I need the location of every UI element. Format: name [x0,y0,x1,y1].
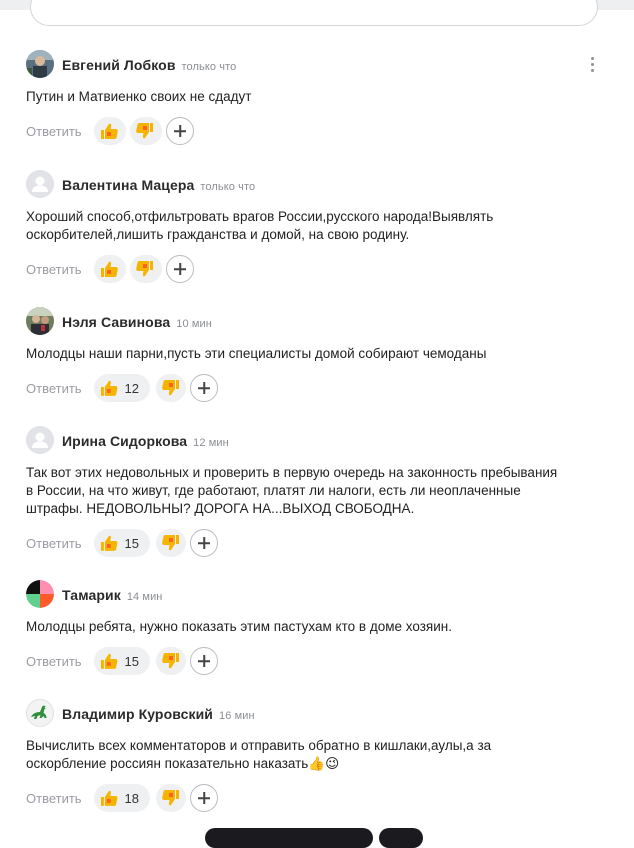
comment-header: Ирина Сидоркова 12 мин [26,426,626,454]
comment-actions: Ответить 18 [26,784,626,814]
comment-text: Путин и Матвиенко своих не сдадут [26,89,252,104]
thumbs-up-icon [100,380,118,396]
like-count: 12 [124,380,139,396]
dislike-button[interactable] [130,255,162,283]
reply-button[interactable]: Ответить [26,536,82,551]
like-button[interactable] [94,255,126,283]
like-button[interactable]: 15 [94,647,150,675]
add-reaction-button[interactable] [190,529,218,557]
thumbs-down-icon [162,653,179,669]
comment-header: Евгений Лобков только что [26,50,626,78]
comment-header: Нэля Савинова 10 мин [26,307,626,335]
add-reaction-button[interactable] [190,374,218,402]
comment-text: Молодцы наши парни,пусть эти специалисты… [26,346,487,361]
comment: Валентина Мацера только что Хороший спосо… [26,170,626,285]
thumbs-up-icon [101,261,118,277]
thumbs-down-icon [162,790,179,806]
thumbs-up-icon [101,123,118,139]
bottom-button[interactable] [205,828,373,848]
thumbs-down-icon [162,535,179,551]
author-name[interactable]: Евгений Лобков только что [62,57,236,73]
dislike-button[interactable] [156,374,186,402]
comment: Евгений Лобков только что Путин и Матвиен… [26,50,626,147]
author-name[interactable]: Валентина Мацера только что [62,177,255,193]
comment-text: Так вот этих недовольных и проверить в п… [26,465,558,516]
comment-time: только что [181,61,237,73]
reply-button[interactable]: Ответить [26,262,82,277]
like-count: 18 [124,790,139,806]
comment-time: 12 мин [193,437,229,449]
like-button[interactable]: 18 [94,784,150,812]
like-button[interactable]: 12 [94,374,150,402]
user-placeholder-icon[interactable] [26,426,54,454]
add-reaction-button[interactable] [190,784,218,812]
comment-text: Вычислить всех комментаторов и отправить… [26,738,492,771]
thumbs-up-icon [100,535,118,551]
comment: Нэля Савинова 10 мин Молодцы наши парни,п… [26,307,626,404]
thumbs-down-icon [136,261,153,277]
avatar[interactable] [26,50,54,78]
comment-input[interactable] [30,0,598,26]
user-placeholder-icon[interactable] [26,170,54,198]
comment-time: 16 мин [219,710,255,722]
comment-actions: Ответить 15 [26,647,626,677]
reply-button[interactable]: Ответить [26,124,82,139]
comment-actions: Ответить 15 [26,529,626,559]
like-count: 15 [124,535,139,551]
thumbs-up-icon [100,790,118,806]
like-button[interactable]: 15 [94,529,150,557]
comment-actions: Ответить [26,255,626,285]
author-name[interactable]: Нэля Савинова 10 мин [62,314,212,330]
more-vertical-icon[interactable] [584,54,600,74]
bottom-button-small[interactable] [379,828,423,848]
like-button[interactable] [94,117,126,145]
reply-button[interactable]: Ответить [26,381,82,396]
like-count: 15 [124,653,139,669]
add-reaction-button[interactable] [166,255,194,283]
comment: Тамарик 14 мин Молодцы ребята, нужно пока… [26,580,626,677]
comment-time: только что [200,181,256,193]
comment-text: Молодцы ребята, нужно показать этим паст… [26,619,452,634]
thumbs-up-icon [100,653,118,669]
dislike-button[interactable] [156,647,186,675]
dislike-button[interactable] [156,529,186,557]
dinosaur-avatar-icon[interactable] [26,699,54,727]
comment-actions: Ответить [26,117,626,147]
avatar[interactable] [26,307,54,335]
thumbs-down-icon [162,380,179,396]
comment-actions: Ответить 12 [26,374,626,404]
avatar[interactable] [26,580,54,608]
dislike-button[interactable] [156,784,186,812]
reply-button[interactable]: Ответить [26,654,82,669]
reply-button[interactable]: Ответить [26,791,82,806]
comment-time: 10 мин [176,318,212,330]
comment-header: Валентина Мацера только что [26,170,626,198]
thumbs-down-icon [136,123,153,139]
comment-text: Хороший способ,отфильтровать врагов Росс… [26,209,494,242]
comment: Ирина Сидоркова 12 мин Так вот этих недов… [26,426,626,559]
author-name[interactable]: Владимир Куровский 16 мин [62,706,255,722]
comment: Владимир Куровский 16 мин Вычислить всех … [26,699,626,814]
comment-header: Тамарик 14 мин [26,580,626,608]
comment-header: Владимир Куровский 16 мин [26,699,626,727]
dislike-button[interactable] [130,117,162,145]
author-name[interactable]: Ирина Сидоркова 12 мин [62,433,229,449]
add-reaction-button[interactable] [166,117,194,145]
add-reaction-button[interactable] [190,647,218,675]
author-name[interactable]: Тамарик 14 мин [62,587,163,603]
comment-time: 14 мин [126,591,163,603]
